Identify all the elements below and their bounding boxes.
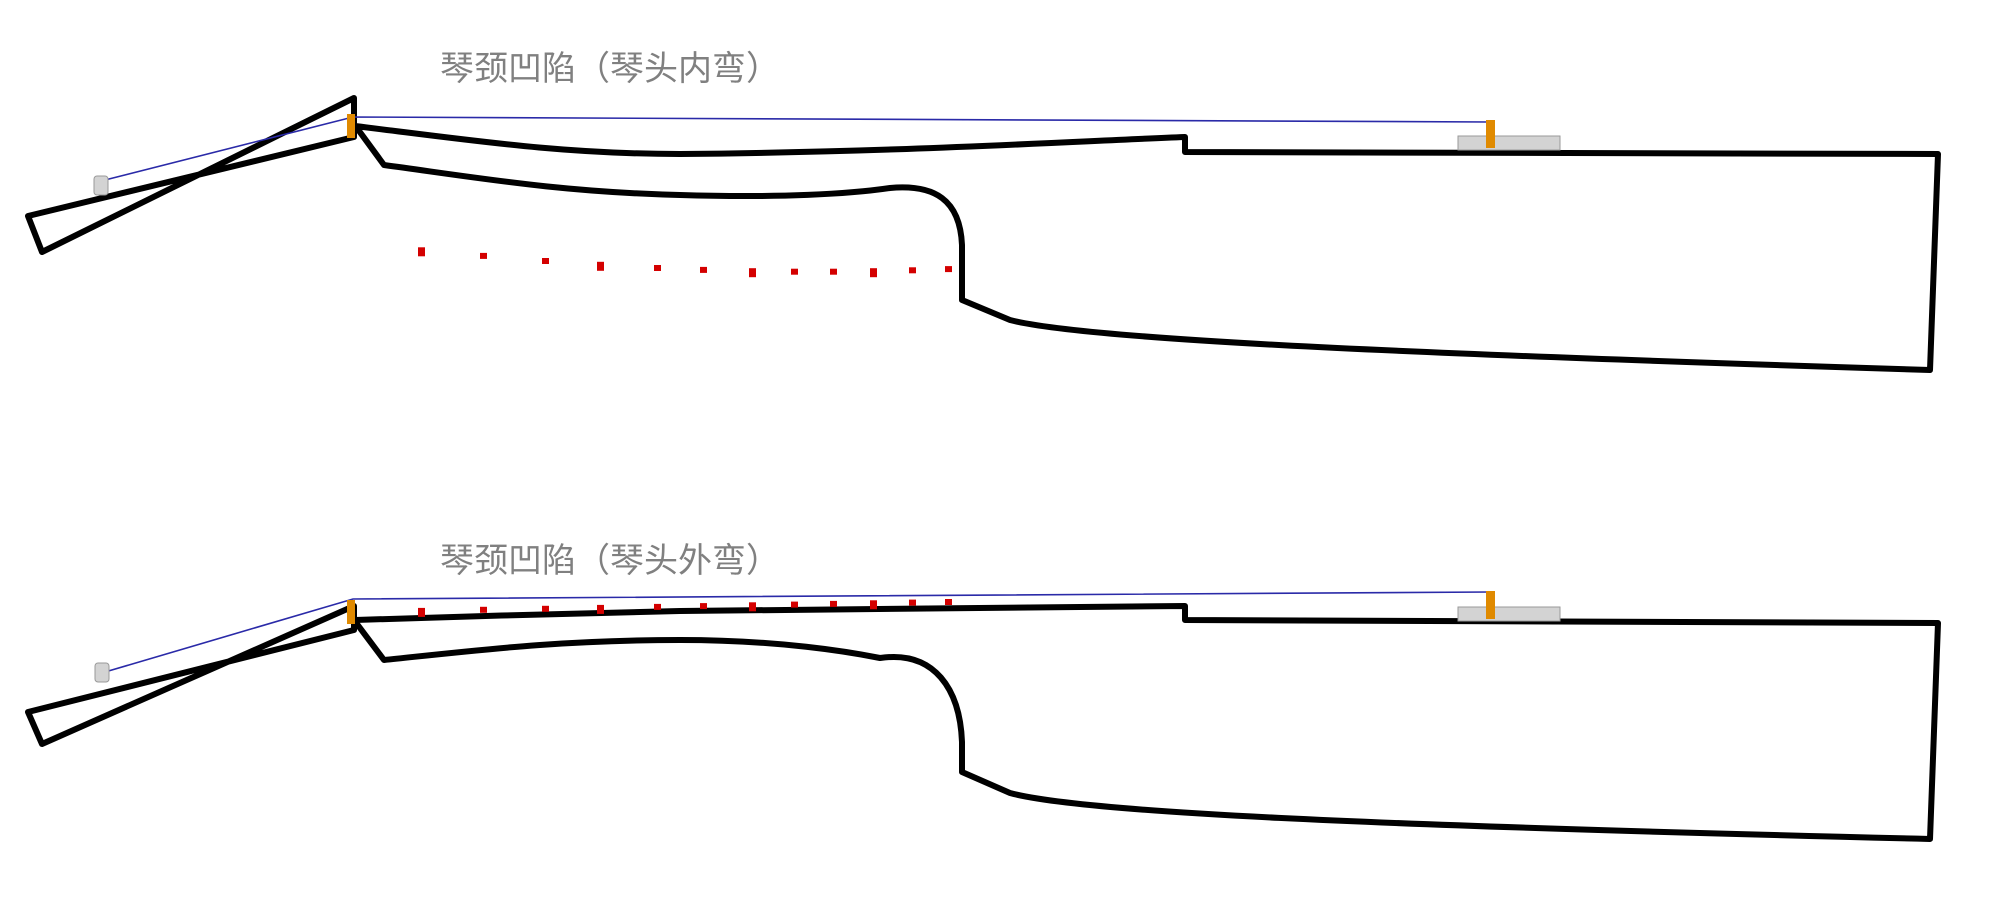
fret-marker: [480, 606, 487, 613]
tuner-peg: [94, 662, 110, 683]
headstock-outline: [25, 95, 357, 255]
diagram-headstock-inward: 琴颈凹陷（琴头内弯）: [25, 49, 1941, 373]
guitar-body-outline: [351, 121, 1941, 373]
fret-marker: [700, 603, 707, 610]
fret-marker: [791, 268, 798, 275]
tuner-peg: [93, 175, 109, 196]
saddle: [1486, 120, 1495, 148]
bridge: [1457, 606, 1561, 622]
fret-marker: [542, 605, 549, 612]
fret-marker: [909, 267, 916, 274]
fret-marker: [791, 601, 798, 608]
fret-marker: [597, 604, 604, 614]
fret-marker: [418, 247, 425, 257]
saddle: [1486, 591, 1495, 619]
headstock-outline: [25, 603, 357, 747]
nut: [347, 600, 355, 624]
fret-marker: [654, 265, 661, 271]
diagram-title: 琴颈凹陷（琴头外弯）: [440, 541, 780, 581]
fret-marker: [870, 600, 877, 610]
frets: [418, 247, 952, 278]
guitar-body-outline: [351, 603, 1941, 842]
fret-marker: [418, 607, 425, 617]
fret-marker: [830, 268, 837, 275]
bridge: [1457, 135, 1561, 151]
fret-marker: [870, 268, 877, 278]
fret-marker: [909, 599, 916, 606]
fret-marker: [749, 602, 756, 612]
diagram-headstock-outward: 琴颈凹陷（琴头外弯）: [25, 541, 1941, 842]
fret-marker: [749, 268, 756, 278]
fret-marker: [654, 603, 661, 610]
fret-marker: [945, 266, 952, 273]
fret-marker: [700, 266, 707, 273]
diagram-title: 琴颈凹陷（琴头内弯）: [440, 49, 780, 89]
nut: [347, 114, 355, 138]
fret-marker: [830, 600, 837, 607]
diagram-stage: 琴颈凹陷（琴头内弯） 琴颈凹陷（琴头外弯）: [0, 0, 2000, 906]
fret-marker: [945, 599, 952, 605]
diagram-canvas: 琴颈凹陷（琴头内弯） 琴颈凹陷（琴头外弯）: [25, 49, 1941, 842]
fret-marker: [480, 252, 487, 259]
fret-marker: [542, 258, 549, 264]
fret-marker: [597, 261, 604, 271]
